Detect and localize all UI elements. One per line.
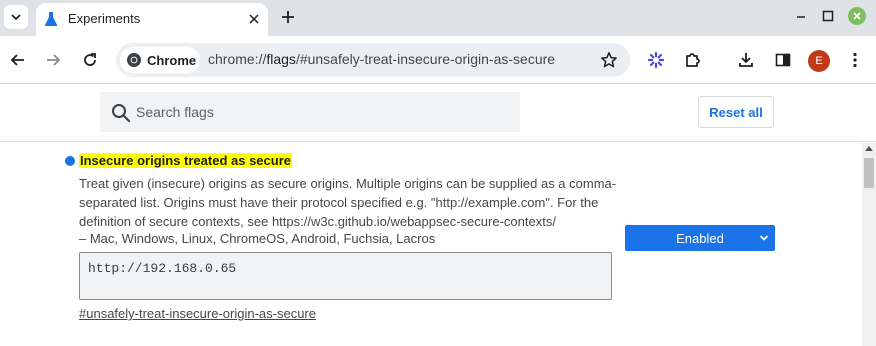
toolbar: Chrome chrome://flags/#unsafely-treat-in…	[0, 36, 876, 84]
window-close-button[interactable]	[848, 7, 866, 25]
flag-state-value: Enabled	[676, 230, 724, 246]
chrome-logo-icon	[127, 53, 141, 67]
flag-platforms: – Mac, Windows, Linux, ChromeOS, Android…	[79, 231, 436, 246]
download-icon	[739, 53, 753, 67]
site-info-chip[interactable]: Chrome	[120, 47, 200, 73]
search-box	[100, 92, 520, 132]
modified-indicator-dot	[65, 156, 75, 166]
reset-all-button[interactable]: Reset all	[698, 96, 774, 128]
flag-description: Treat given (insecure) origins as secure…	[79, 176, 617, 229]
close-icon	[249, 14, 259, 24]
tab-strip: Experiments	[0, 0, 876, 36]
forward-button[interactable]	[43, 50, 63, 70]
more-vert-icon	[853, 52, 857, 68]
puzzle-piece-icon	[686, 53, 700, 67]
extension-star-button[interactable]	[646, 50, 666, 70]
downloads-button[interactable]	[736, 50, 756, 70]
address-bar[interactable]: Chrome chrome://flags/#unsafely-treat-in…	[116, 43, 630, 77]
flag-anchor-link[interactable]: #unsafely-treat-insecure-origin-as-secur…	[79, 306, 316, 321]
search-flags-input[interactable]	[136, 92, 516, 132]
reload-button[interactable]	[80, 50, 100, 70]
reload-icon	[84, 53, 96, 66]
close-icon	[853, 12, 861, 20]
flags-content: Insecure origins treated as secure Treat…	[0, 143, 862, 346]
flag-title: Insecure origins treated as secure	[79, 153, 292, 168]
maximize-icon	[822, 10, 834, 22]
side-panel-icon	[775, 53, 791, 67]
chip-label: Chrome	[147, 52, 197, 68]
url-scheme: chrome://	[208, 51, 267, 67]
back-arrow-icon	[10, 54, 24, 66]
vertical-scrollbar[interactable]	[862, 143, 876, 346]
search-icon	[112, 104, 131, 123]
bookmark-star-icon[interactable]	[600, 51, 618, 69]
tab-search-button[interactable]	[4, 5, 28, 29]
window-minimize-button[interactable]	[793, 8, 809, 24]
url-path: /#unsafely-treat-insecure-origin-as-secu…	[295, 51, 556, 67]
extensions-button[interactable]	[683, 50, 703, 70]
flask-icon	[44, 12, 58, 26]
tab-close-button[interactable]	[246, 11, 262, 27]
scroll-up-arrow-icon[interactable]	[865, 146, 873, 151]
tab-experiments[interactable]: Experiments	[36, 3, 268, 36]
flag-state-select[interactable]: Enabled	[625, 225, 775, 251]
chevron-down-icon	[11, 14, 21, 21]
tab-title: Experiments	[68, 11, 141, 26]
origins-textarea[interactable]: http://192.168.0.65	[79, 252, 612, 300]
url-host: flags	[266, 51, 296, 67]
chevron-down-icon	[759, 235, 769, 241]
menu-button[interactable]	[845, 50, 865, 70]
plus-icon	[282, 11, 294, 23]
forward-arrow-icon	[47, 54, 61, 66]
url-text: chrome://flags/#unsafely-treat-insecure-…	[208, 51, 555, 67]
minimize-icon	[797, 16, 805, 18]
back-button[interactable]	[8, 50, 28, 70]
side-panel-button[interactable]	[773, 50, 793, 70]
new-tab-button[interactable]	[278, 7, 298, 27]
sparkle-extension-icon	[647, 51, 665, 69]
profile-avatar[interactable]: E	[808, 50, 830, 72]
flags-header: Reset all	[0, 84, 876, 142]
scrollbar-thumb[interactable]	[864, 158, 874, 188]
window-maximize-button[interactable]	[820, 8, 836, 24]
